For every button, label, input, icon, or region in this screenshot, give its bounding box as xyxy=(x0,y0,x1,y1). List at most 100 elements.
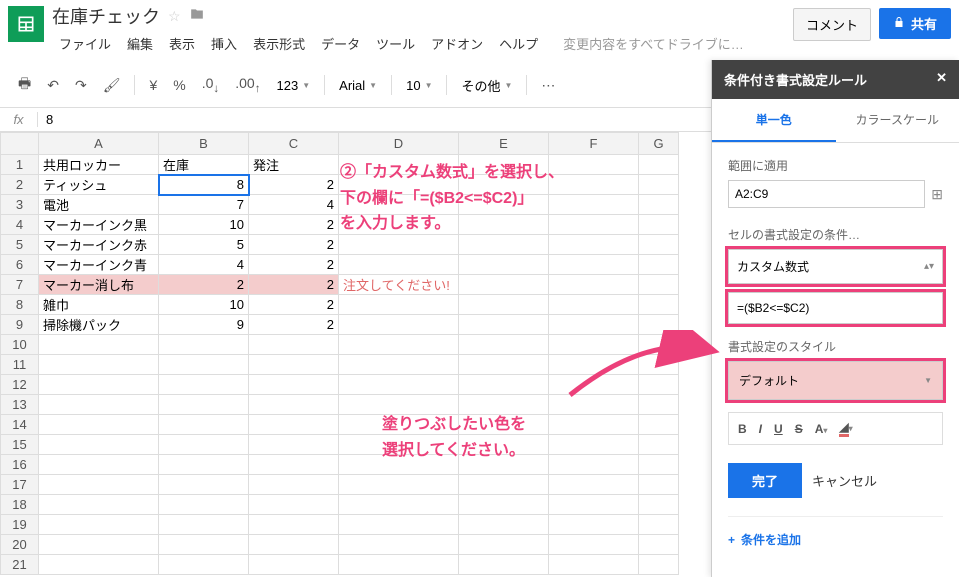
row-header[interactable]: 10 xyxy=(1,335,39,355)
cell[interactable]: 10 xyxy=(159,215,249,235)
cell[interactable]: マーカーインク黒 xyxy=(39,215,159,235)
bold-button[interactable]: B xyxy=(733,417,752,440)
cell[interactable] xyxy=(39,515,159,535)
cell[interactable] xyxy=(459,515,549,535)
cell[interactable] xyxy=(249,375,339,395)
menu-view[interactable]: 表示 xyxy=(162,30,202,57)
row-header[interactable]: 5 xyxy=(1,235,39,255)
underline-button[interactable]: U xyxy=(769,417,788,440)
cell[interactable]: 4 xyxy=(159,255,249,275)
cell[interactable] xyxy=(549,195,639,215)
cell[interactable] xyxy=(549,355,639,375)
cell[interactable]: 在庫 xyxy=(159,155,249,175)
number-format-dropdown[interactable]: 123▼ xyxy=(271,76,317,95)
cell[interactable] xyxy=(639,415,679,435)
cell[interactable] xyxy=(639,375,679,395)
currency-button[interactable]: ¥ xyxy=(143,73,163,97)
row-header[interactable]: 3 xyxy=(1,195,39,215)
redo-icon[interactable]: ↷ xyxy=(69,73,93,98)
cell[interactable] xyxy=(459,315,549,335)
percent-button[interactable]: % xyxy=(167,73,191,97)
cell[interactable] xyxy=(339,475,459,495)
cell[interactable] xyxy=(639,315,679,335)
cell[interactable] xyxy=(639,515,679,535)
row-header[interactable]: 2 xyxy=(1,175,39,195)
cell[interactable]: 発注 xyxy=(249,155,339,175)
cell[interactable] xyxy=(39,555,159,575)
more-formats-dropdown[interactable]: その他▼ xyxy=(455,74,518,97)
cell[interactable] xyxy=(339,215,459,235)
row-header[interactable]: 14 xyxy=(1,415,39,435)
cell[interactable] xyxy=(549,475,639,495)
cell[interactable] xyxy=(459,475,549,495)
cell[interactable] xyxy=(339,235,459,255)
cell[interactable] xyxy=(39,475,159,495)
cell[interactable] xyxy=(639,455,679,475)
cell[interactable] xyxy=(639,175,679,195)
decrease-decimal-button[interactable]: .0↓ xyxy=(196,71,226,99)
font-size-dropdown[interactable]: 10▼ xyxy=(400,76,438,95)
cell[interactable] xyxy=(159,335,249,355)
star-icon[interactable]: ☆ xyxy=(168,8,181,25)
cell[interactable] xyxy=(39,455,159,475)
cell[interactable] xyxy=(39,435,159,455)
cell[interactable] xyxy=(639,355,679,375)
menu-edit[interactable]: 編集 xyxy=(120,30,160,57)
cell[interactable] xyxy=(639,215,679,235)
cell[interactable] xyxy=(249,495,339,515)
cell[interactable]: マーカーインク青 xyxy=(39,255,159,275)
cell[interactable] xyxy=(249,335,339,355)
cell[interactable] xyxy=(639,535,679,555)
cell[interactable] xyxy=(159,495,249,515)
cell[interactable] xyxy=(459,435,549,455)
column-header[interactable]: D xyxy=(339,133,459,155)
cell[interactable] xyxy=(159,455,249,475)
formula-condition-input[interactable] xyxy=(728,292,943,324)
paint-format-icon[interactable]: 🖌 xyxy=(97,73,127,98)
cell[interactable] xyxy=(339,555,459,575)
row-header[interactable]: 16 xyxy=(1,455,39,475)
cell[interactable] xyxy=(339,355,459,375)
cell[interactable] xyxy=(459,195,549,215)
column-header[interactable]: G xyxy=(639,133,679,155)
cell[interactable] xyxy=(459,415,549,435)
cell[interactable]: 2 xyxy=(249,235,339,255)
cell[interactable] xyxy=(639,435,679,455)
folder-icon[interactable] xyxy=(189,7,205,26)
cell[interactable]: 7 xyxy=(159,195,249,215)
cell[interactable]: 2 xyxy=(249,315,339,335)
cell[interactable] xyxy=(159,415,249,435)
close-icon[interactable]: ✕ xyxy=(936,70,947,89)
cell[interactable] xyxy=(39,535,159,555)
cell[interactable] xyxy=(249,555,339,575)
cell[interactable] xyxy=(159,375,249,395)
cell[interactable] xyxy=(639,275,679,295)
cell[interactable] xyxy=(339,155,459,175)
increase-decimal-button[interactable]: .00↑ xyxy=(229,71,266,99)
cell[interactable] xyxy=(249,395,339,415)
cell[interactable] xyxy=(459,535,549,555)
menu-tools[interactable]: ツール xyxy=(369,30,422,57)
cell[interactable]: 10 xyxy=(159,295,249,315)
cell[interactable] xyxy=(459,555,549,575)
cell[interactable] xyxy=(459,215,549,235)
cell[interactable] xyxy=(549,155,639,175)
row-header[interactable]: 11 xyxy=(1,355,39,375)
cell[interactable] xyxy=(549,415,639,435)
row-header[interactable]: 19 xyxy=(1,515,39,535)
cell[interactable]: 2 xyxy=(249,275,339,295)
cell[interactable] xyxy=(159,355,249,375)
share-button[interactable]: 共有 xyxy=(879,8,951,39)
cell[interactable] xyxy=(39,415,159,435)
cell[interactable] xyxy=(459,295,549,315)
row-header[interactable]: 20 xyxy=(1,535,39,555)
cell[interactable] xyxy=(639,495,679,515)
add-rule-link[interactable]: + 条件を追加 xyxy=(728,516,943,548)
cell[interactable] xyxy=(249,435,339,455)
cell[interactable] xyxy=(549,395,639,415)
cell[interactable] xyxy=(39,355,159,375)
cell[interactable] xyxy=(549,315,639,335)
cell[interactable] xyxy=(249,515,339,535)
cell[interactable]: 注文してください! xyxy=(339,275,459,295)
cell[interactable]: 5 xyxy=(159,235,249,255)
